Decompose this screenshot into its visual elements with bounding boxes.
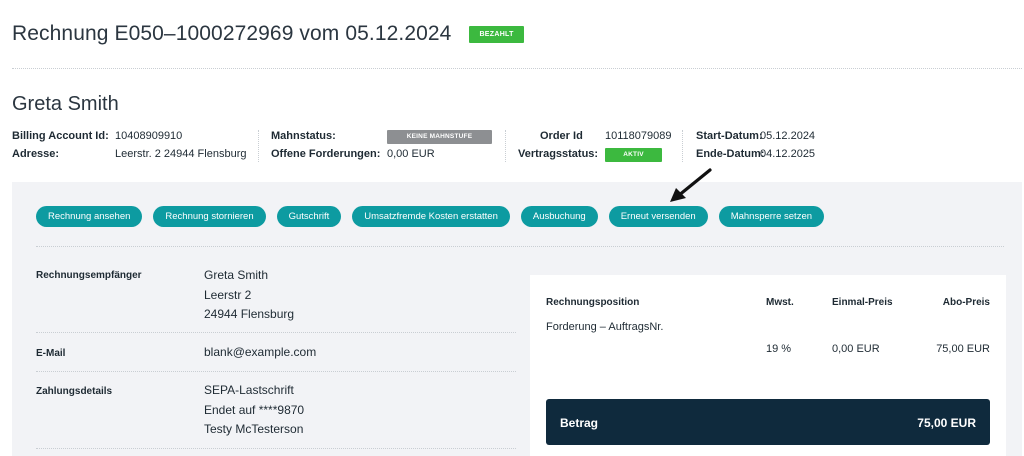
dunning-block-button[interactable]: Mahnsperre setzen <box>718 206 825 227</box>
recipient-city: 24944 Flensburg <box>204 307 295 321</box>
total-value: 75,00 EUR <box>917 416 976 430</box>
email-value: blank@example.com <box>204 345 317 359</box>
account-info-row: Billing Account Id: 10408909910 Adresse:… <box>12 130 1012 162</box>
end-date-label: Ende-Datum: <box>696 148 765 160</box>
start-date-label: Start-Datum: <box>696 130 763 142</box>
detail-divider <box>36 448 516 449</box>
position-vat: 19 % <box>766 343 792 355</box>
payment-account-ending: Endet auf ****9870 <box>204 402 305 417</box>
position-one-time-price: 0,00 EUR <box>832 343 880 355</box>
start-date-value: 05.12.2024 <box>760 130 816 142</box>
order-id-value: 10118079089 <box>605 130 672 142</box>
title-row: Rechnung E050–1000272969 vom 05.12.2024 … <box>12 22 524 46</box>
view-invoice-button[interactable]: Rechnung ansehen <box>36 206 143 227</box>
customer-name: Greta Smith <box>12 93 119 115</box>
payment-method: SEPA-Lastschrift <box>204 383 294 397</box>
panel-divider <box>36 246 1004 247</box>
credit-note-button[interactable]: Gutschrift <box>276 206 342 227</box>
address-value: Leerstr. 2 24944 Flensburg <box>115 148 247 160</box>
offene-forderungen-value: 0,00 EUR <box>387 148 435 160</box>
email-label: E-Mail <box>36 348 66 359</box>
total-label: Betrag <box>560 416 599 430</box>
order-id-label: Order Id <box>540 130 583 142</box>
header-divider <box>12 68 1022 69</box>
write-off-button[interactable]: Ausbuchung <box>520 206 598 227</box>
recipient-label: Rechnungsempfänger <box>36 270 142 281</box>
info-separator <box>505 130 506 162</box>
position-description: Forderung – AuftragsNr. <box>546 321 664 333</box>
total-amount-bar: Betrag 75,00 EUR <box>546 399 990 445</box>
offene-forderungen-label: Offene Forderungen: <box>271 148 381 160</box>
payment-details: SEPA-Lastschrift Endet auf ****9870 Test… <box>204 381 304 440</box>
invoice-positions-card: Rechnungsposition Mwst. Einmal-Preis Abo… <box>530 275 1006 456</box>
payment-account-holder: Testy McTesterson <box>204 422 304 436</box>
refund-costs-button[interactable]: Umsatzfremde Kosten erstatten <box>352 206 510 227</box>
info-separator <box>258 130 259 162</box>
info-separator <box>682 130 683 162</box>
detail-divider <box>36 371 516 372</box>
detail-divider <box>36 332 516 333</box>
payment-details-label: Zahlungsdetails <box>36 386 113 397</box>
billing-account-id-label: Billing Account Id: <box>12 130 109 142</box>
vertragsstatus-badge: AKTIV <box>605 148 662 162</box>
annotation-arrow-icon <box>670 168 712 202</box>
mahnstatus-badge: KEINE MAHNSTUFE <box>387 130 492 144</box>
recipient-street: Leerstr 2 <box>204 287 252 302</box>
cancel-invoice-button[interactable]: Rechnung stornieren <box>153 206 266 227</box>
end-date-value: 04.12.2025 <box>760 148 816 160</box>
recipient-address: Greta Smith Leerstr 2 24944 Flensburg <box>204 266 294 325</box>
column-header-one-time-price: Einmal-Preis <box>832 297 893 308</box>
action-button-row: Rechnung ansehen Rechnung stornieren Gut… <box>36 206 825 227</box>
recipient-name: Greta Smith <box>204 268 269 282</box>
mahnstatus-label: Mahnstatus: <box>271 130 336 142</box>
address-label: Adresse: <box>12 148 60 160</box>
resend-button[interactable]: Erneut versenden <box>608 206 708 227</box>
invoice-panel: Rechnung ansehen Rechnung stornieren Gut… <box>12 182 1022 456</box>
billing-account-id-value: 10408909910 <box>115 130 183 142</box>
column-header-subscription-price: Abo-Preis <box>942 297 990 308</box>
position-subscription-price: 75,00 EUR <box>936 343 990 355</box>
page-title: Rechnung E050–1000272969 vom 05.12.2024 <box>12 22 452 45</box>
vertragsstatus-label: Vertragsstatus: <box>518 148 599 160</box>
column-header-vat: Mwst. <box>766 297 794 308</box>
paid-status-badge: BEZAHLT <box>469 25 524 43</box>
column-header-position: Rechnungsposition <box>546 297 640 308</box>
